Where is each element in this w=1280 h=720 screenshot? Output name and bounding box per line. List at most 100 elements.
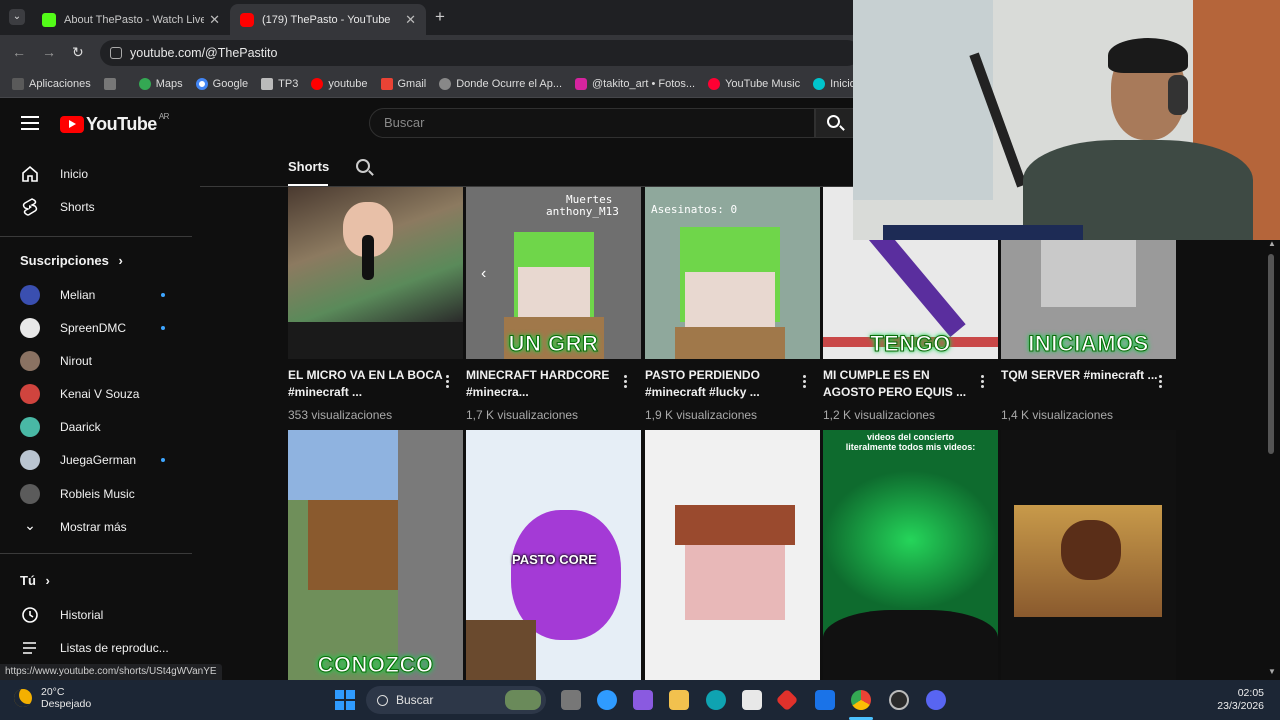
copilot-icon[interactable]: [633, 690, 653, 710]
store-icon[interactable]: [742, 690, 762, 710]
menu-icon[interactable]: [21, 116, 39, 130]
globe-icon: [439, 77, 452, 90]
close-icon[interactable]: ✕: [405, 12, 416, 28]
sidebar-item-label: Inicio: [60, 166, 89, 181]
thumb-overlay-player: anthony_M13: [546, 205, 619, 218]
document-icon: [261, 77, 274, 90]
history-icon: [20, 605, 40, 625]
more-options-icon[interactable]: [624, 375, 627, 388]
sidebar-item-daarick[interactable]: Daarick: [0, 410, 192, 443]
bookmark-youtube-music[interactable]: YouTube Music: [708, 77, 800, 90]
bookmark-tp3[interactable]: TP3: [261, 77, 298, 90]
short-views: 1,2 K visualizaciones: [823, 408, 936, 422]
youtube-icon: [240, 12, 254, 27]
tab-title: (179) ThePasto - YouTube: [262, 13, 391, 26]
widgets-icon[interactable]: [505, 690, 541, 710]
divider: [0, 236, 192, 237]
show-more-button[interactable]: ⌄ Mostrar más: [0, 510, 192, 543]
tab-kick[interactable]: About ThePasto - Watch Live on ✕: [32, 4, 230, 35]
short-thumbnail[interactable]: Asesinatos: 0: [645, 187, 820, 359]
canva-icon: [813, 77, 826, 90]
tab-shorts[interactable]: Shorts: [288, 159, 329, 174]
country-code: AR: [158, 112, 170, 121]
search-icon[interactable]: [356, 159, 370, 173]
sidebar-item-kenai[interactable]: Kenai V Souza: [0, 377, 192, 410]
search-input[interactable]: Buscar: [369, 108, 815, 138]
window-background: [853, 0, 993, 200]
short-title[interactable]: MINECRAFT HARDCORE #minecra...: [466, 367, 626, 401]
subscriptions-header[interactable]: Suscripciones ›: [20, 253, 123, 268]
mail-icon[interactable]: [815, 690, 835, 710]
sidebar-item-home[interactable]: Inicio: [0, 157, 192, 190]
search-button[interactable]: [815, 108, 855, 138]
status-url: https://www.youtube.com/shorts/USt4gWVan…: [0, 664, 222, 680]
minecraft-skin-face: [518, 267, 590, 317]
reload-icon[interactable]: ↻: [72, 44, 84, 61]
thumbnail-caption: UN GRR: [508, 331, 599, 357]
you-header[interactable]: Tú ›: [20, 573, 50, 588]
file-explorer-icon[interactable]: [669, 690, 689, 710]
address-bar[interactable]: youtube.com/@ThePastito: [100, 40, 860, 66]
time: 02:05: [1237, 687, 1264, 699]
sidebar-item-history[interactable]: Historial: [0, 598, 192, 631]
edge-icon[interactable]: [706, 690, 726, 710]
new-tab-button[interactable]: +: [435, 7, 445, 27]
sidebar-item-robleis[interactable]: Robleis Music: [0, 477, 192, 510]
youtube-play-icon: [60, 116, 84, 133]
clock[interactable]: 02:05 23/3/2026: [1217, 687, 1264, 713]
microphone: [362, 235, 374, 280]
thumbnail-caption: PASTO CORE: [512, 552, 597, 567]
short-thumbnail[interactable]: Muertes anthony_M13 ‹ UN GRR: [466, 187, 641, 359]
discord-icon[interactable]: [926, 690, 946, 710]
chrome-icon[interactable]: [851, 690, 871, 710]
short-thumbnail[interactable]: PASTO CORE: [466, 430, 641, 680]
back-icon[interactable]: ←: [12, 44, 26, 60]
bookmark-maps[interactable]: Maps: [138, 77, 183, 90]
bookmark-gmail[interactable]: Gmail: [380, 77, 426, 90]
short-thumbnail[interactable]: [1001, 430, 1176, 680]
weather-condition: Despejado: [41, 698, 92, 710]
webcam-overlay: [853, 0, 1280, 240]
app-red-icon[interactable]: [775, 688, 799, 712]
bookmark-apps[interactable]: Aplicaciones: [12, 77, 91, 90]
scrollbar[interactable]: [1268, 254, 1274, 454]
scroll-up-arrow[interactable]: ▲: [1268, 239, 1276, 248]
bookmark-donde-ocurre[interactable]: Donde Ocurre el Ap...: [439, 77, 562, 90]
sidebar-item-shorts[interactable]: Shorts: [0, 190, 192, 223]
short-thumbnail[interactable]: CONOZCO: [288, 430, 463, 680]
bookmark-youtube[interactable]: youtube: [311, 77, 368, 90]
short-title[interactable]: MI CUMPLE ES EN AGOSTO PERO EQUIS ...: [823, 367, 983, 401]
task-view-icon[interactable]: [561, 690, 581, 710]
short-thumbnail[interactable]: [645, 430, 820, 680]
bookmark-google[interactable]: Google: [195, 77, 248, 90]
more-options-icon[interactable]: [803, 375, 806, 388]
youtube-logo[interactable]: YouTube AR: [60, 112, 170, 135]
taskbar: 20°C Despejado Buscar 02:05 23/3/2026: [0, 680, 1280, 720]
temperature: 20°C: [41, 686, 65, 698]
scroll-down-arrow[interactable]: ▼: [1268, 667, 1276, 676]
tab-youtube[interactable]: (179) ThePasto - YouTube ✕: [230, 4, 426, 35]
more-options-icon[interactable]: [446, 375, 449, 388]
minecraft-wall: [398, 430, 463, 680]
chevron-left-icon[interactable]: ‹: [481, 265, 486, 283]
apps-grid-icon: [12, 77, 24, 90]
short-title[interactable]: EL MICRO VA EN LA BOCA #minecraft ...: [288, 367, 448, 401]
close-icon[interactable]: ✕: [209, 12, 220, 28]
browser-icon[interactable]: [597, 690, 617, 710]
more-options-icon[interactable]: [1159, 375, 1162, 388]
windows-start-icon[interactable]: [335, 690, 355, 710]
short-title[interactable]: TQM SERVER #minecraft ...: [1001, 367, 1161, 384]
sidebar-item-nirout[interactable]: Nirout: [0, 344, 192, 377]
bookmark-instagram[interactable]: @takito_art • Fotos...: [575, 77, 695, 90]
weather-widget[interactable]: 20°C Despejado: [14, 686, 91, 710]
forward-icon[interactable]: →: [42, 44, 56, 60]
site-settings-icon[interactable]: [110, 47, 122, 59]
more-options-icon[interactable]: [981, 375, 984, 388]
short-thumbnail[interactable]: videos del concierto literalmente todos …: [823, 430, 998, 680]
short-thumbnail[interactable]: [288, 187, 463, 359]
obs-icon[interactable]: [889, 690, 909, 710]
tab-list-icon[interactable]: ⌄: [9, 9, 25, 25]
short-title[interactable]: PASTO PERDIENDO #minecraft #lucky ...: [645, 367, 805, 401]
sidebar-item-playlists[interactable]: Listas de reproduc...: [0, 631, 192, 664]
apps-launcher-icon[interactable]: [103, 77, 121, 90]
